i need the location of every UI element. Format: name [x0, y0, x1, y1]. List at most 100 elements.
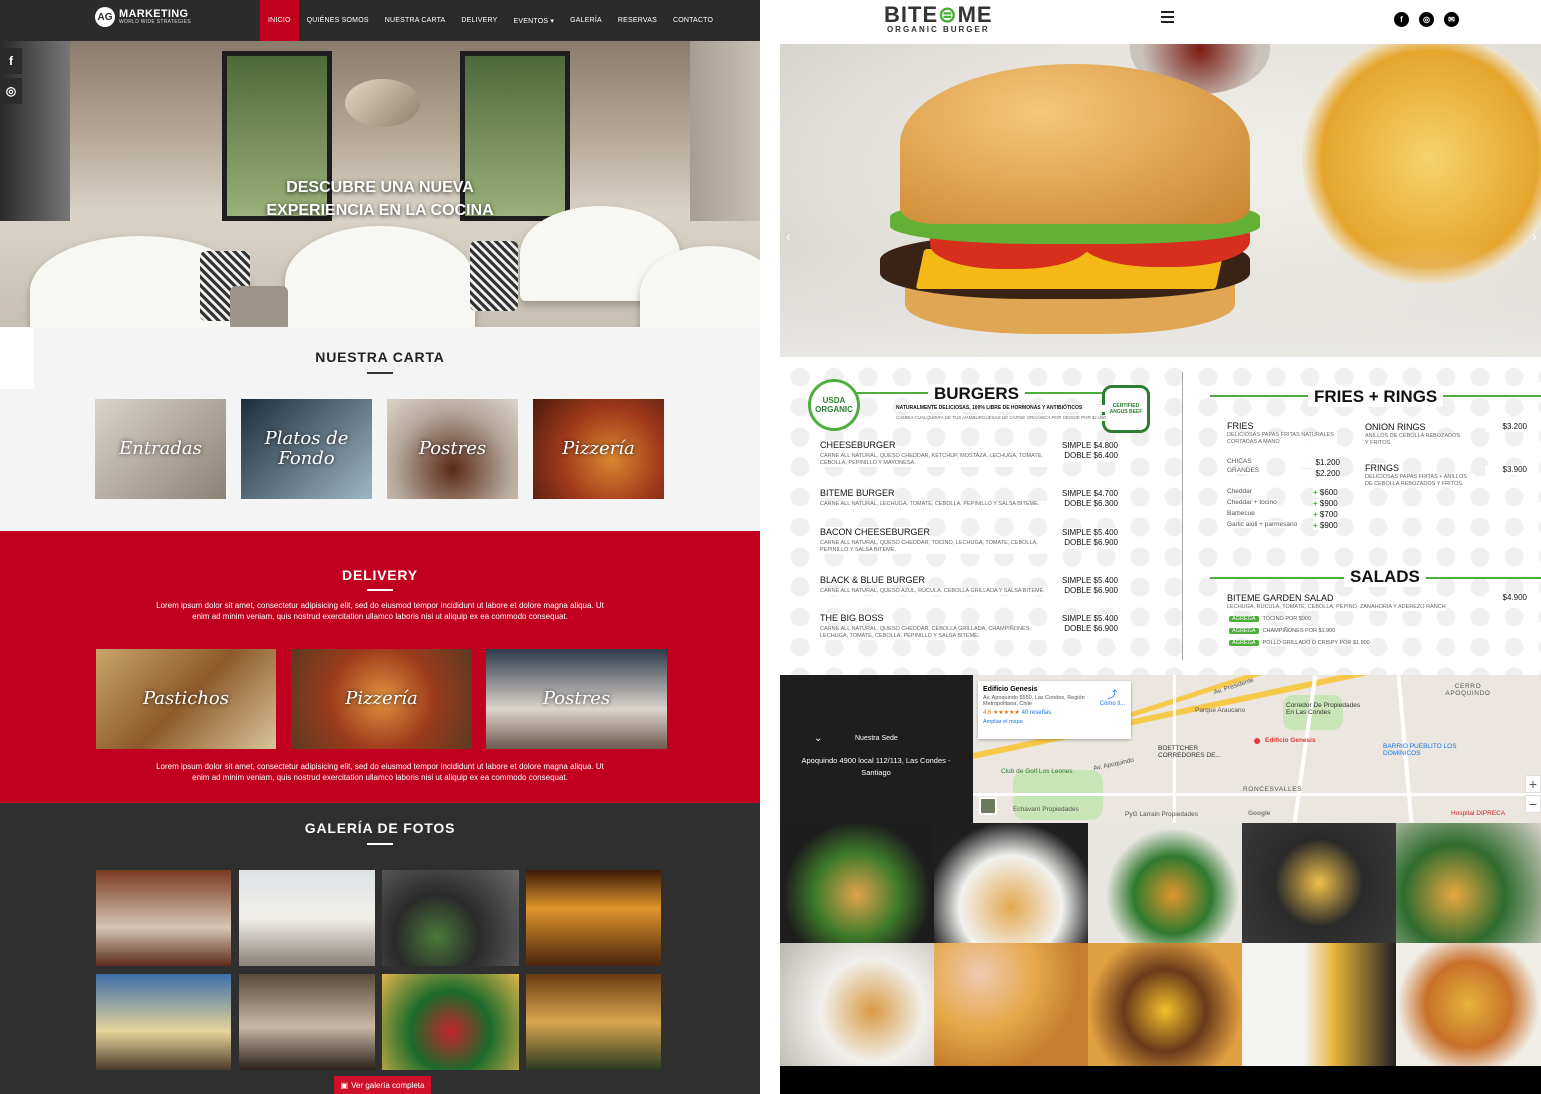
menu-delivery[interactable]: DELIVERY: [453, 0, 505, 41]
menu-contacto[interactable]: CONTACTO: [665, 0, 721, 41]
carta-section: NUESTRA CARTA Entradas Platos de Fondo P…: [0, 327, 760, 531]
restaurant-website-left: AG MARKETING WORLD WIDE STRATEGIES INICI…: [0, 0, 760, 1094]
gallery-photo[interactable]: [934, 943, 1088, 1066]
menu-item-desc: CARNE ALL NATURAL, LECHUGA, TOMATE, CEBO…: [820, 501, 1050, 509]
menu-quienes-somos[interactable]: QUIÉNES SOMOS: [299, 0, 377, 41]
burger-website-right: BITE⊜ME ORGANIC BURGER f ◎ ✉ ‹ › USDA OR…: [780, 0, 1541, 1094]
angus-beef-badge: CERTIFIED ANGUS BEEF: [1102, 385, 1150, 433]
burgers-title: BURGERS: [928, 384, 1026, 404]
delivery-title: DELIVERY: [342, 567, 418, 583]
delivery-card-postres[interactable]: Postres: [486, 649, 667, 749]
carta-card-entradas[interactable]: Entradas: [95, 399, 226, 499]
gallery-photo[interactable]: [780, 823, 934, 943]
hero-slider: ‹ ›: [780, 44, 1541, 357]
gallery-photo[interactable]: [239, 974, 375, 1070]
hero-banner: DESCUBRE UNA NUEVA EXPERIENCIA EN LA COC…: [0, 41, 760, 327]
menu-item-price: SIMPLE $5.400 DOBLE $6.900: [1060, 528, 1118, 549]
footer: [780, 1066, 1541, 1094]
slider-prev-icon[interactable]: ‹: [786, 228, 791, 244]
gallery-photo[interactable]: [96, 974, 231, 1070]
gallery-title: GALERÍA DE FOTOS: [304, 820, 456, 836]
delivery-card-pizzeria[interactable]: Pizzería: [291, 649, 472, 749]
map-info-card: Edificio Genesis Av. Apoquindo 6550, Las…: [978, 681, 1131, 739]
social-sidebar: f ◎: [0, 48, 22, 104]
hero-heading-line1: DESCUBRE UNA NUEVA: [286, 179, 474, 196]
map-layer-thumbnail[interactable]: [979, 797, 997, 815]
location-label: Nuestra Sede: [855, 735, 898, 742]
gallery-photo[interactable]: [1242, 823, 1396, 943]
menu-item-desc: CARNE ALL NATURAL, QUESO CHEDDAR, KETCHU…: [820, 453, 1050, 468]
gallery-photo[interactable]: [239, 870, 375, 966]
menu-inicio[interactable]: INICIO: [260, 0, 299, 41]
gallery-photo[interactable]: [1088, 823, 1242, 943]
gallery-photo[interactable]: [382, 870, 519, 966]
menu-nuestra-carta[interactable]: NUESTRA CARTA: [377, 0, 454, 41]
gallery-photo[interactable]: [526, 974, 661, 1070]
hero-heading-line2: EXPERIENCIA EN LA COCINA: [266, 202, 494, 219]
hamburger-menu-icon[interactable]: [1161, 11, 1174, 23]
gallery-photo[interactable]: [1088, 943, 1242, 1066]
menu-item-name: BLACK & BLUE BURGER: [820, 575, 926, 585]
carta-card-pizzeria[interactable]: Pizzería: [533, 399, 664, 499]
site-logo[interactable]: AG MARKETING WORLD WIDE STRATEGIES: [95, 7, 191, 27]
instagram-icon[interactable]: ◎: [1419, 12, 1434, 27]
carta-title: NUESTRA CARTA: [315, 349, 445, 365]
facebook-icon[interactable]: f: [1394, 12, 1409, 27]
facebook-icon[interactable]: f: [0, 48, 22, 74]
gallery-photo[interactable]: [1242, 943, 1396, 1066]
delivery-section: DELIVERY Lorem ipsum dolor sit amet, con…: [0, 531, 760, 803]
onion-rings-name: ONION RINGS: [1365, 422, 1426, 432]
gallery-photo[interactable]: [526, 870, 661, 966]
enlarge-map-link[interactable]: Ampliar el mapa: [983, 719, 1126, 725]
fries-name: FRIES: [1227, 421, 1254, 431]
chevron-down-icon[interactable]: ⌄: [814, 733, 822, 744]
menu-item-name: BITEME BURGER: [820, 488, 895, 498]
menu-board: USDA ORGANIC CERTIFIED ANGUS BEEF BURGER…: [780, 357, 1541, 675]
menu-item-desc: CARNE ALL NATURAL, QUESO AZUL, RÚCULA, C…: [820, 588, 1050, 596]
google-map[interactable]: Edificio Genesis Av. Apoquindo 6550, Las…: [973, 675, 1541, 823]
burgers-subtitle: NATURALMENTE DELICIOSAS, 100% LIBRE DE H…: [896, 405, 1106, 412]
carta-card-postres[interactable]: Postres: [387, 399, 518, 499]
delivery-outro: Lorem ipsum dolor sit amet, consectetur …: [156, 762, 604, 783]
directions-icon: ⤴: [1107, 690, 1118, 701]
delivery-card-pastichos[interactable]: Pastichos: [96, 649, 276, 749]
zoom-out-button[interactable]: −: [1525, 795, 1541, 813]
menu-item-price: SIMPLE $4.700 DOBLE $6.300: [1060, 489, 1118, 510]
fries-title: FRIES + RINGS: [1308, 387, 1444, 407]
gallery-photo[interactable]: [934, 823, 1088, 943]
slider-next-icon[interactable]: ›: [1532, 228, 1537, 244]
menu-item-desc: CARNE ALL NATURAL, QUESO CHEDDAR, TOCINO…: [820, 540, 1050, 555]
menu-reservas[interactable]: RESERVAS: [610, 0, 665, 41]
menu-item-price: SIMPLE $5.400 DOBLE $6.900: [1060, 614, 1118, 635]
menu-eventos[interactable]: EVENTOS ▾: [506, 0, 563, 41]
gallery-photo[interactable]: [780, 943, 934, 1066]
menu-item-price: SIMPLE $5.400 DOBLE $6.900: [1060, 576, 1118, 597]
menu-item-name: THE BIG BOSS: [820, 613, 884, 623]
delivery-intro: Lorem ipsum dolor sit amet, consectetur …: [156, 601, 604, 622]
instagram-icon[interactable]: ◎: [0, 78, 22, 104]
view-gallery-button[interactable]: ▣ Ver galería completa: [334, 1076, 431, 1094]
gallery-photo[interactable]: [96, 870, 231, 966]
frings-name: FRINGS: [1365, 463, 1400, 473]
image-icon: ▣: [340, 1080, 349, 1090]
location-address: Apoquindo 4900 local 112/113, Las Condes…: [801, 756, 951, 777]
menu-galeria[interactable]: GALERÍA: [562, 0, 610, 41]
top-navbar: AG MARKETING WORLD WIDE STRATEGIES INICI…: [0, 0, 760, 41]
photo-grid: [780, 823, 1541, 1066]
email-icon[interactable]: ✉: [1444, 12, 1459, 27]
biteme-logo[interactable]: BITE⊜ME ORGANIC BURGER: [884, 4, 993, 34]
gallery-section: GALERÍA DE FOTOS: [0, 803, 760, 1094]
gallery-photo[interactable]: [1396, 943, 1541, 1066]
menu-item-price: SIMPLE $4.800 DOBLE $6.400: [1060, 441, 1118, 462]
carta-card-platos[interactable]: Platos de Fondo: [241, 399, 372, 499]
menu-item-desc: CARNE ALL NATURAL, QUESO CHEDDAR, CEBOLL…: [820, 626, 1050, 641]
zoom-in-button[interactable]: +: [1525, 775, 1541, 793]
menu-item-name: CHEESEBURGER: [820, 440, 896, 450]
location-panel: ⌄ Nuestra Sede Apoquindo 4900 local 112/…: [780, 675, 973, 823]
map-pin-icon[interactable]: ●: [1253, 732, 1261, 748]
gallery-photo[interactable]: [1396, 823, 1541, 943]
menu-item-name: BACON CHEESEBURGER: [820, 527, 931, 537]
gallery-photo[interactable]: [382, 974, 519, 1070]
salad-name: BITEME GARDEN SALAD: [1227, 593, 1334, 603]
directions-button[interactable]: ⤴ Cómo ll...: [1100, 686, 1125, 707]
